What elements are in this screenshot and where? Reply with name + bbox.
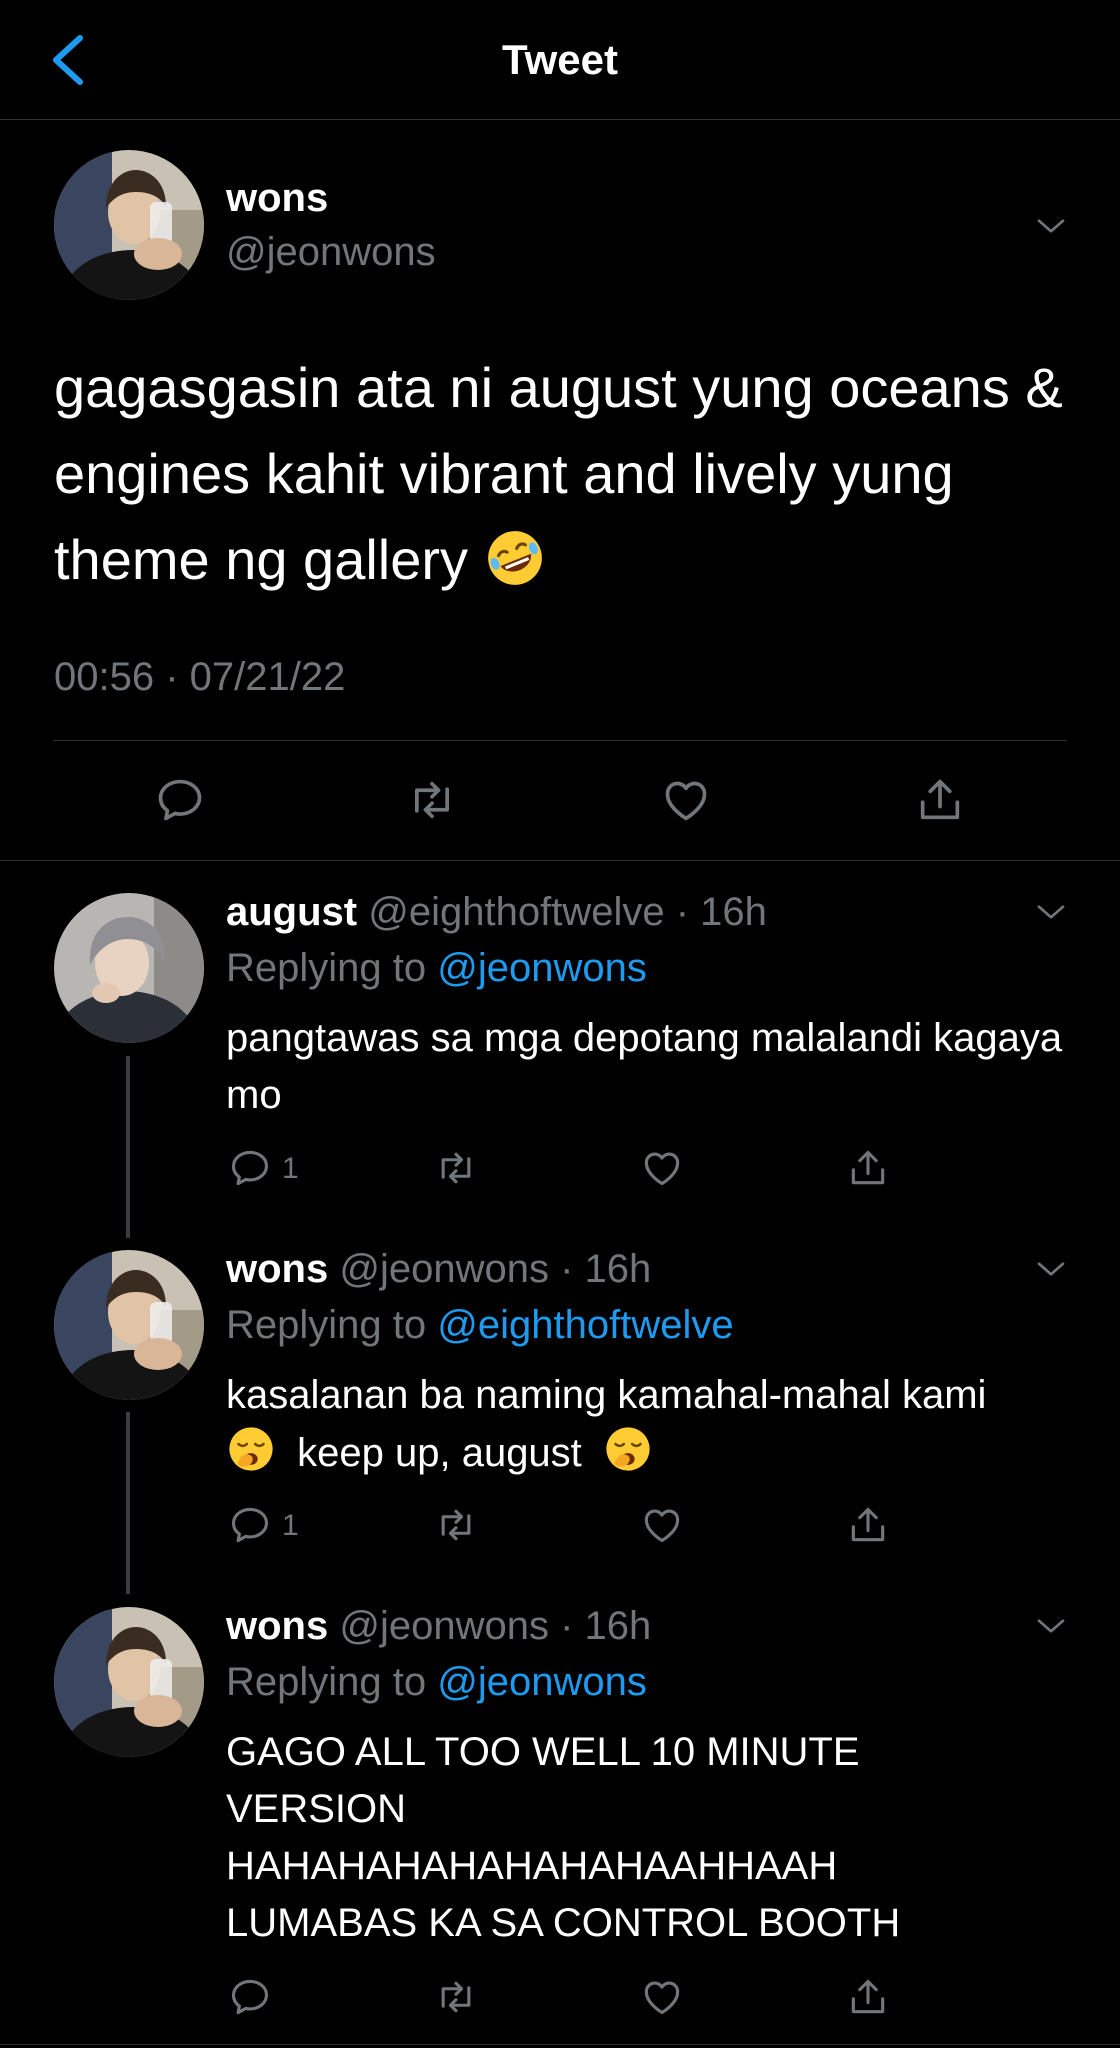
reply-button[interactable] xyxy=(228,1975,272,2019)
reply-icon xyxy=(228,1503,272,1547)
heart-icon xyxy=(660,774,712,826)
reply-count: 1 xyxy=(282,1152,299,1185)
reply-icon xyxy=(228,1975,272,2019)
reply-text: pangtawas sa mga depotang malalandi kaga… xyxy=(226,1016,1063,1117)
heart-icon xyxy=(640,1146,684,1190)
retweet-button[interactable] xyxy=(434,1503,478,1547)
author-name[interactable]: wons xyxy=(226,1247,328,1291)
thread-connector xyxy=(126,1056,130,1238)
share-icon xyxy=(846,1503,890,1547)
tweet-timestamp[interactable]: 00:56 · 07/21/22 xyxy=(54,655,345,700)
share-button[interactable] xyxy=(846,1975,890,2019)
like-button[interactable] xyxy=(660,774,712,826)
share-button[interactable] xyxy=(846,1503,890,1547)
share-button[interactable] xyxy=(914,774,966,826)
avatar[interactable] xyxy=(54,1250,204,1400)
share-icon xyxy=(846,1146,890,1190)
reply-count: 1 xyxy=(282,1509,299,1542)
replying-label: Replying to xyxy=(226,1660,427,1704)
share-icon xyxy=(846,1975,890,2019)
reply-text: GAGO ALL TOO WELL 10 MINUTE VERSION HAHA… xyxy=(226,1730,901,1945)
author-handle[interactable]: @jeonwons xyxy=(226,230,436,275)
share-button[interactable] xyxy=(846,1146,890,1190)
retweet-button[interactable] xyxy=(434,1975,478,2019)
chevron-down-icon[interactable] xyxy=(1033,1608,1069,1644)
like-button[interactable] xyxy=(640,1503,684,1547)
reply-icon xyxy=(228,1146,272,1190)
retweet-icon xyxy=(434,1975,478,2019)
divider xyxy=(0,860,1120,861)
mention-link[interactable]: @jeonwons xyxy=(437,1660,647,1704)
reply-time: · 16h xyxy=(560,1247,652,1291)
author-name[interactable]: wons xyxy=(226,1604,328,1648)
avatar[interactable] xyxy=(54,893,204,1043)
reply-icon xyxy=(154,774,206,826)
author-name[interactable]: wons xyxy=(226,176,328,221)
reply-text-line: kasalanan ba naming kamahal-mahal kami xyxy=(226,1373,987,1417)
replying-to: Replying to @jeonwons xyxy=(226,1660,647,1705)
heart-icon xyxy=(640,1975,684,2019)
replying-to: Replying to @jeonwons xyxy=(226,946,647,991)
tweet-text: gagasgasin ata ni august yung oceans & e… xyxy=(54,345,1084,613)
retweet-icon xyxy=(434,1146,478,1190)
reply-time: · 16h xyxy=(560,1604,652,1648)
author-handle[interactable]: @jeonwons xyxy=(339,1604,549,1648)
retweet-icon xyxy=(406,774,458,826)
chevron-down-icon[interactable] xyxy=(1033,894,1069,930)
page-title: Tweet xyxy=(502,36,618,83)
avatar[interactable] xyxy=(54,1607,204,1757)
retweet-button[interactable] xyxy=(406,774,458,826)
reply-time: · 16h xyxy=(675,890,767,934)
chevron-down-icon[interactable] xyxy=(1033,208,1069,244)
reply-header: august @eighthoftwelve · 16h xyxy=(226,890,767,935)
replying-to: Replying to @eighthoftwelve xyxy=(226,1303,734,1348)
share-icon xyxy=(914,774,966,826)
reply-header: wons @jeonwons · 16h xyxy=(226,1247,651,1292)
reply-text: kasalanan ba naming kamahal-mahal kami k… xyxy=(226,1367,1086,1490)
yawning-face-icon xyxy=(603,1424,653,1490)
retweet-icon xyxy=(434,1503,478,1547)
heart-icon xyxy=(640,1503,684,1547)
author-handle[interactable]: @jeonwons xyxy=(339,1247,549,1291)
replying-label: Replying to xyxy=(226,1303,427,1347)
tweet-text-body: gagasgasin ata ni august yung oceans & e… xyxy=(54,356,1063,591)
reply-text-line: keep up, august xyxy=(297,1431,582,1475)
retweet-button[interactable] xyxy=(434,1146,478,1190)
like-button[interactable] xyxy=(640,1975,684,2019)
reply-button[interactable] xyxy=(154,774,206,826)
author-name[interactable]: august xyxy=(226,890,357,934)
author-handle[interactable]: @eighthoftwelve xyxy=(368,890,664,934)
mention-link[interactable]: @jeonwons xyxy=(437,946,647,990)
reply-button[interactable] xyxy=(228,1503,272,1547)
divider xyxy=(0,2044,1120,2045)
thread-connector xyxy=(126,1412,130,1594)
avatar[interactable] xyxy=(54,150,204,300)
like-button[interactable] xyxy=(640,1146,684,1190)
yawning-face-icon xyxy=(226,1424,276,1490)
chevron-down-icon[interactable] xyxy=(1033,1251,1069,1287)
top-nav-bar: Tweet xyxy=(0,0,1120,120)
divider xyxy=(54,740,1066,741)
rolling-on-floor-laughing-icon xyxy=(484,527,546,613)
mention-link[interactable]: @eighthoftwelve xyxy=(437,1303,733,1347)
replying-label: Replying to xyxy=(226,946,427,990)
reply-button[interactable] xyxy=(228,1146,272,1190)
reply-header: wons @jeonwons · 16h xyxy=(226,1604,651,1649)
